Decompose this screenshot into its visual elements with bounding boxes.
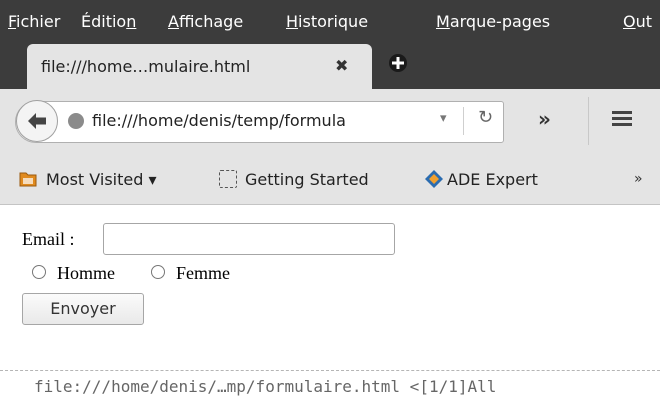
bookmark-getting-started[interactable]: Getting Started [245, 170, 369, 189]
toolbar-overflow-icon[interactable]: » [538, 107, 551, 131]
submit-button[interactable]: Envoyer [22, 293, 144, 325]
globe-icon [68, 113, 84, 129]
bookmark-most-visited[interactable]: Most Visited ▾ [46, 170, 157, 189]
email-input[interactable] [103, 223, 395, 255]
tab-title: file:///home…mulaire.html [41, 57, 251, 76]
url-separator [463, 107, 464, 135]
back-button[interactable] [16, 100, 58, 142]
new-tab-plus-icon[interactable] [388, 53, 408, 73]
email-label: Email : [22, 229, 75, 249]
tab-formulaire[interactable]: file:///home…mulaire.html ✖ [27, 44, 372, 89]
radio-femme-label: Femme [176, 263, 230, 283]
navigation-toolbar: file:///home/denis/temp/formula ▾ ↻ » [0, 89, 660, 155]
menu-outils[interactable]: Out [623, 12, 652, 31]
radio-homme-label: Homme [57, 263, 115, 283]
menu-bar: Fichier Édition Affichage Historique Mar… [0, 0, 660, 39]
hamburger-menu-icon[interactable] [612, 111, 632, 127]
ade-logo-icon [425, 170, 443, 188]
menu-edition[interactable]: Édition [81, 12, 136, 31]
radio-homme[interactable] [32, 265, 46, 279]
url-dropdown-icon[interactable]: ▾ [440, 111, 447, 126]
back-arrow-icon [28, 113, 46, 129]
page-icon [219, 170, 237, 188]
bookmark-ade-expert[interactable]: ADE Expert [447, 170, 538, 189]
bookmarks-toolbar: Most Visited ▾ Getting Started ADE Exper… [0, 155, 660, 205]
folder-icon [19, 172, 37, 187]
menu-marque-pages[interactable]: Marque-pages [436, 12, 550, 31]
bookmarks-overflow-icon[interactable]: » [634, 171, 643, 187]
menu-affichage[interactable]: Affichage [168, 12, 243, 31]
url-text[interactable]: file:///home/denis/temp/formula [92, 111, 346, 130]
reload-icon[interactable]: ↻ [478, 107, 493, 128]
menu-fichier[interactable]: Fichier [8, 12, 60, 31]
toolbar-separator [588, 97, 589, 145]
close-tab-icon[interactable]: ✖ [335, 56, 348, 75]
radio-femme[interactable] [151, 265, 165, 279]
status-bar: file:///home/denis/…mp/formulaire.html <… [0, 370, 660, 402]
menu-historique[interactable]: Historique [286, 12, 368, 31]
status-text: file:///home/denis/…mp/formulaire.html <… [34, 377, 497, 396]
tab-strip: file:///home…mulaire.html ✖ [0, 39, 660, 89]
page-content: Email : Homme Femme Envoyer [0, 205, 660, 370]
